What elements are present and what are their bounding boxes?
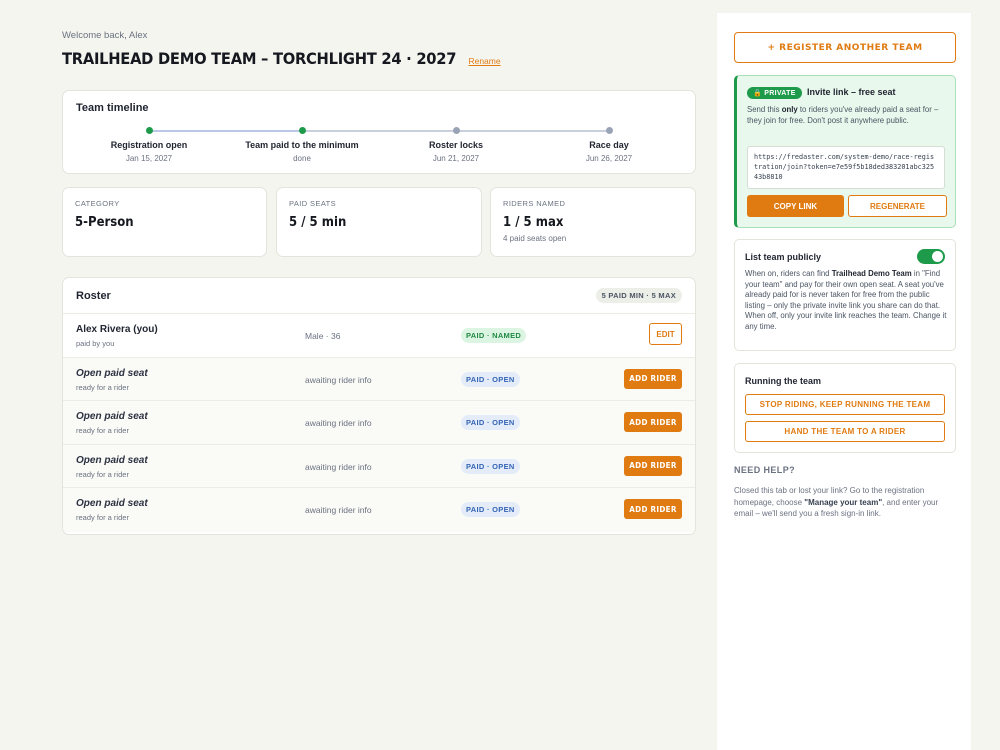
rider-info: awaiting rider info [305,505,372,515]
status-badge: PAID · OPEN [461,458,520,474]
stat-category: CATEGORY 5-Person [62,187,267,257]
welcome-text: Welcome back, Alex [62,30,148,41]
add-rider-button[interactable]: ADD RIDER [624,499,682,519]
list-publicly-description: When on, riders can find Trailhead Demo … [745,269,947,331]
stats-row: CATEGORY 5-Person PAID SEATS 5 / 5 min R… [62,187,696,257]
invite-title: Invite link – free seat [807,87,896,97]
timeline-title: Team timeline [76,102,149,114]
rider-name: Open paid seat [76,498,148,509]
roster-title: Roster [76,289,111,302]
table-row: Alex Rivera (you) paid by you Male · 36 … [63,314,695,358]
timeline-dot-race-day [605,127,613,134]
edit-button[interactable]: EDIT [649,323,682,345]
rename-link[interactable]: Rename [468,56,500,66]
timeline-label: Registration open [110,140,188,150]
stat-label: RIDERS NAMED [503,199,566,208]
help-description: Closed this tab or lost your link? Go to… [734,486,939,519]
invite-description: Send this only to riders you've already … [747,105,939,125]
timeline-line-done [149,130,302,132]
copy-link-button[interactable]: COPY LINK [747,195,844,217]
rider-sub: paid by you [76,339,115,348]
stop-riding-button[interactable]: STOP RIDING, KEEP RUNNING THE TEAM [745,394,945,415]
title-row: TRAILHEAD DEMO TEAM – TORCHLIGHT 24 · 20… [62,49,696,68]
timeline-label: Roster locks [428,140,484,150]
list-publicly-toggle[interactable] [917,249,945,264]
stat-value: 1 / 5 max [503,215,564,230]
timeline-dot-registration [145,127,153,134]
add-rider-button[interactable]: ADD RIDER [624,455,682,476]
add-rider-button[interactable]: ADD RIDER [624,368,682,389]
add-rider-button[interactable]: ADD RIDER [624,412,682,432]
invite-link-panel: 🔒 PRIVATE Invite link – free seat Send t… [734,75,956,228]
list-publicly-title: List team publicly [745,252,822,262]
stat-riders-named: RIDERS NAMED 1 / 5 max 4 paid seats open [490,187,696,257]
timeline-label: Race day [589,140,629,150]
table-row: Open paid seat ready for a rider awaitin… [63,401,695,445]
table-row: Open paid seat ready for a rider awaitin… [63,357,695,401]
help-title: NEED HELP? [734,465,796,475]
status-badge: PAID · OPEN [461,371,520,387]
rider-info: awaiting rider info [305,374,372,385]
timeline-date: Jun 26, 2027 [585,154,633,163]
rider-info: Male · 36 [305,331,341,341]
main-content: Welcome back, Alex TRAILHEAD DEMO TEAM –… [62,30,696,535]
status-badge: PAID · OPEN [461,415,520,430]
rider-name: Open paid seat [76,367,148,379]
hand-team-button[interactable]: HAND THE TEAM TO A RIDER [745,421,945,442]
stat-value: 5 / 5 min [289,215,347,230]
stat-paid-seats: PAID SEATS 5 / 5 min [276,187,482,257]
rider-name: Open paid seat [76,454,148,466]
timeline-label: Team paid to the minimum [245,140,359,150]
running-team-title: Running the team [745,376,821,386]
team-timeline: Team timeline Registration open Jan 15, … [62,90,696,174]
rider-info: awaiting rider info [305,461,372,472]
rider-sub: ready for a rider [76,513,129,522]
list-publicly-panel: List team publicly When on, riders can f… [734,239,956,351]
stat-label: CATEGORY [75,199,120,208]
timeline-date: Jun 21, 2027 [432,154,480,163]
stat-label: PAID SEATS [289,199,337,208]
rider-sub: ready for a rider [76,382,129,392]
rider-sub: ready for a rider [76,426,129,435]
table-row: Open paid seat ready for a rider awaitin… [63,444,695,488]
timeline-date: Jan 15, 2027 [125,154,173,163]
table-row: Open paid seat ready for a rider awaitin… [63,488,695,532]
private-badge: 🔒 PRIVATE [747,87,802,99]
roster-header: Roster 5 PAID MIN · 5 MAX [63,278,695,314]
roster-summary-badge: 5 PAID MIN · 5 MAX [595,288,682,303]
timeline-dot-roster-locks [452,127,460,134]
register-another-team-button[interactable]: + REGISTER ANOTHER TEAM [734,32,956,63]
rider-name: Open paid seat [76,411,148,422]
page-title: TRAILHEAD DEMO TEAM – TORCHLIGHT 24 · 20… [62,49,457,68]
invite-link-field[interactable]: https://fredaster.com/system-demo/race-r… [747,146,945,189]
stat-sub: 4 paid seats open [503,234,567,243]
rider-info: awaiting rider info [305,418,372,428]
rider-name: Alex Rivera (you) [76,324,158,335]
rider-sub: ready for a rider [76,469,129,479]
sidebar: + REGISTER ANOTHER TEAM 🔒 PRIVATE Invite… [717,13,971,750]
roster-card: Roster 5 PAID MIN · 5 MAX Alex Rivera (y… [62,277,696,535]
stat-value: 5-Person [75,215,134,230]
status-badge: PAID · NAMED [461,328,527,343]
timeline-dot-paid [298,127,306,134]
running-team-panel: Running the team STOP RIDING, KEEP RUNNI… [734,363,956,453]
regenerate-button[interactable]: REGENERATE [848,195,947,217]
timeline-date: done [293,154,311,163]
status-badge: PAID · OPEN [461,502,520,517]
